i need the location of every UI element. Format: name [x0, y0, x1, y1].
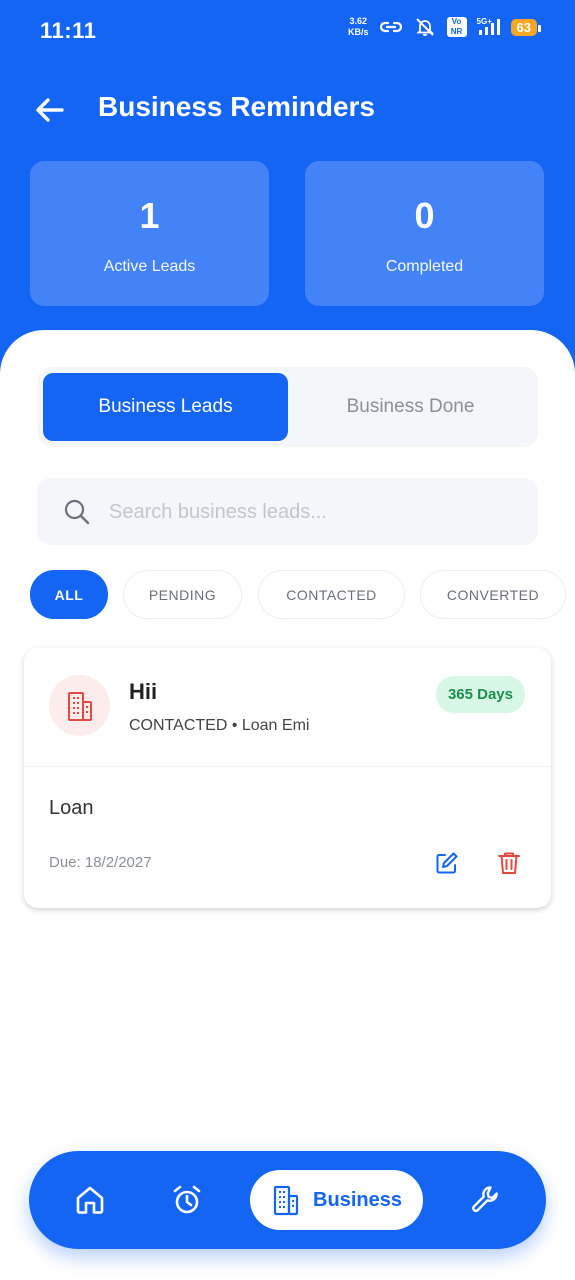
battery-indicator: 63 — [510, 18, 542, 36]
page-title: Business Reminders — [98, 91, 375, 122]
status-bar: 11:11 3.62 KB/s Vo NR 5G+ 63 — [0, 0, 575, 60]
network-speed: 3.62 KB/s — [348, 16, 369, 38]
volte-badge: Vo NR — [446, 17, 467, 37]
lead-title: Hii — [129, 679, 158, 704]
trash-icon — [498, 852, 520, 874]
wrench-icon — [472, 1186, 498, 1213]
stat-value: 0 — [414, 195, 435, 236]
nav-business[interactable]: Business — [250, 1170, 423, 1230]
tab-business-leads[interactable]: Business Leads — [43, 373, 288, 441]
filter-chips: ALL PENDING CONTACTED CONVERTED — [30, 570, 575, 620]
lead-avatar — [49, 675, 110, 736]
status-icons: 3.62 KB/s Vo NR 5G+ 63 — [348, 16, 542, 38]
days-badge: 365 Days — [435, 676, 525, 713]
lead-card[interactable]: Hii CONTACTED • Loan Emi 365 Days Loan D… — [24, 648, 551, 908]
bottom-nav: Business — [29, 1151, 546, 1249]
lead-due-date: Due: 18/2/2027 — [49, 854, 152, 871]
edit-button[interactable] — [434, 850, 460, 876]
nav-tools[interactable] — [466, 1180, 506, 1220]
nav-reminders[interactable] — [167, 1180, 207, 1220]
tab-bar: Business Leads Business Done — [38, 367, 538, 447]
delete-button[interactable] — [496, 850, 522, 876]
bell-off-icon — [413, 16, 437, 38]
stat-card-completed: 0 Completed — [305, 161, 544, 306]
network-speed-unit: KB/s — [348, 27, 369, 37]
stat-card-active-leads: 1 Active Leads — [30, 161, 269, 306]
filter-chip-contacted[interactable]: CONTACTED — [258, 570, 405, 619]
signal-icon: 5G+ — [477, 16, 501, 38]
building-icon — [67, 691, 92, 721]
home-icon — [76, 1186, 104, 1214]
filter-chip-converted[interactable]: CONVERTED — [420, 570, 566, 619]
link-icon — [379, 16, 403, 38]
nav-business-label: Business — [313, 1188, 402, 1211]
alarm-clock-icon — [173, 1185, 201, 1214]
edit-icon — [436, 852, 458, 874]
stat-value: 1 — [139, 195, 160, 236]
nav-home[interactable] — [70, 1180, 110, 1220]
stat-label: Active Leads — [103, 258, 196, 275]
building-icon — [273, 1185, 299, 1216]
search-input[interactable] — [109, 492, 509, 532]
arrow-left-icon — [36, 98, 64, 122]
search-icon — [64, 499, 90, 525]
network-speed-value: 3.62 — [349, 16, 368, 26]
status-time: 11:11 — [40, 18, 97, 43]
stat-label: Completed — [385, 258, 464, 275]
lead-description: Loan — [49, 797, 94, 819]
divider — [24, 766, 551, 767]
filter-chip-pending[interactable]: PENDING — [123, 570, 242, 619]
filter-chip-all[interactable]: ALL — [30, 570, 108, 619]
back-button[interactable] — [32, 92, 68, 128]
tab-business-done[interactable]: Business Done — [288, 373, 533, 441]
search-bar — [37, 478, 538, 545]
lead-meta: CONTACTED • Loan Emi — [129, 717, 310, 734]
